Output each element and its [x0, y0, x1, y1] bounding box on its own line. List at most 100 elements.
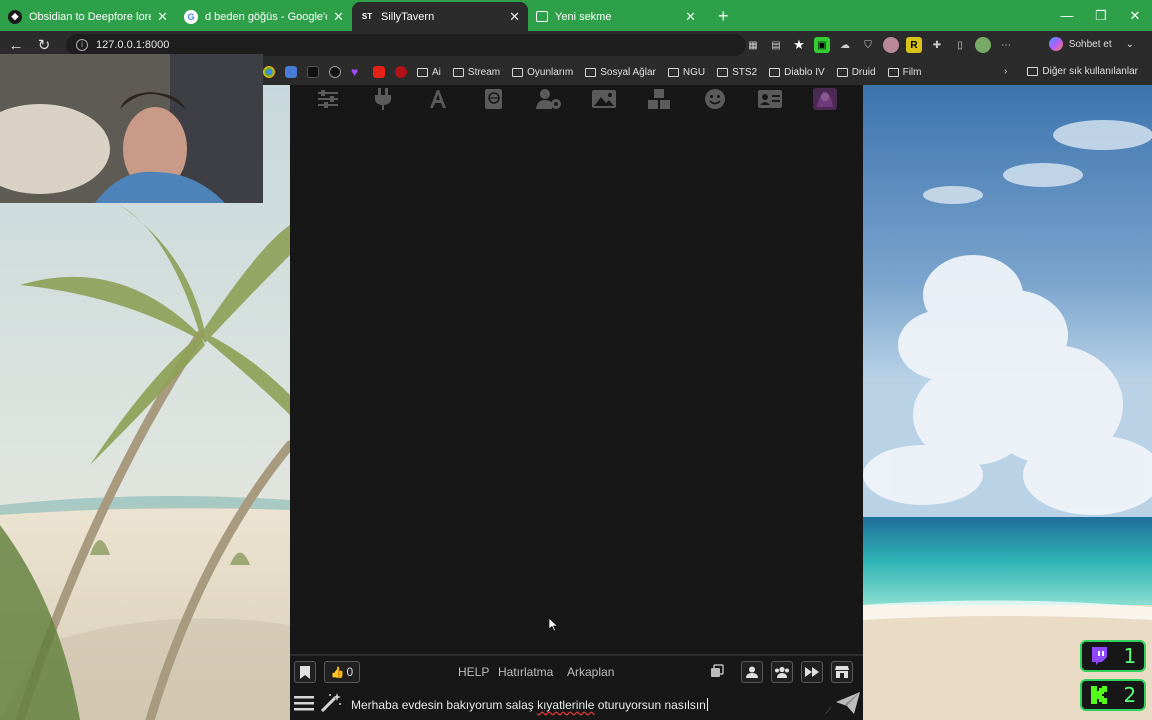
magic-wand-icon[interactable]	[320, 693, 342, 718]
bookmark-folder[interactable]: STS2	[717, 67, 757, 78]
character-avatar-icon[interactable]	[812, 87, 838, 111]
message-input[interactable]: Merhaba evdesin bakıyorum salaş kıyatler…	[351, 698, 708, 712]
shield-icon[interactable]: ⛉	[860, 37, 876, 53]
bookmark-folder[interactable]: Stream	[452, 66, 501, 78]
token-counter-button[interactable]: 👍 0	[324, 661, 360, 683]
quick-reply-help[interactable]: HELP	[458, 665, 489, 679]
persona-button[interactable]	[741, 661, 763, 683]
url-field[interactable]: i 127.0.0.1:8000	[66, 34, 746, 56]
threads-icon[interactable]	[329, 66, 341, 78]
translate-icon[interactable]	[285, 66, 297, 78]
book-atlas-icon[interactable]	[481, 87, 507, 111]
reader-icon[interactable]: ▤	[768, 37, 784, 53]
copy-icon[interactable]	[710, 664, 724, 683]
tab-sillytavern[interactable]: ST SillyTavern ✕	[352, 2, 528, 31]
chrome-icon[interactable]	[263, 66, 275, 78]
fast-forward-button[interactable]	[801, 661, 823, 683]
bookmark-label: Diğer sık kullanılanlar	[1042, 66, 1138, 77]
bookmark-folder[interactable]: Film	[887, 67, 921, 78]
bookmark-button[interactable]	[294, 661, 316, 683]
input-text-part: oturuyorsun nasılsın	[594, 698, 706, 712]
users-icon	[775, 666, 789, 678]
top-menu-bar	[290, 85, 863, 113]
tab-new[interactable]: Yeni sekme ✕	[528, 2, 704, 31]
kick-viewer-count: 2	[1123, 683, 1137, 707]
extension-face-icon[interactable]	[883, 37, 899, 53]
hamburger-menu-icon[interactable]	[294, 695, 314, 716]
resize-grip-icon[interactable]: ⟋	[825, 706, 831, 717]
kick-viewer-widget: 2	[1080, 679, 1146, 711]
bookmark-folder[interactable]: NGU	[667, 66, 706, 78]
restore-icon[interactable]: ❐	[1084, 0, 1118, 31]
folder-icon	[717, 67, 729, 77]
close-window-icon[interactable]: ✕	[1118, 0, 1152, 31]
folder-icon	[452, 67, 464, 77]
more-icon[interactable]: ⋯	[998, 37, 1014, 53]
copilot-icon	[1048, 37, 1063, 51]
puzzle-icon[interactable]: ✚	[929, 37, 945, 53]
bookmark-label: Ai	[432, 66, 441, 78]
close-tab-icon[interactable]: ✕	[333, 9, 344, 25]
bookmark-folder[interactable]: Ai	[417, 67, 441, 78]
tab-google[interactable]: G d beden göğüs - Google'da Ara ✕	[176, 2, 352, 31]
bookmark-folder[interactable]: Oyunlarım	[512, 67, 573, 78]
quick-reply-hatirlatma[interactable]: Hatırlatma	[498, 665, 553, 679]
mouse-cursor-icon	[549, 618, 558, 632]
bookmark-label: NGU	[682, 66, 706, 78]
favorite-star-icon[interactable]: ★	[791, 37, 807, 53]
copilot-button[interactable]: Sohbet et ⌄	[1048, 37, 1134, 51]
image-icon[interactable]	[591, 87, 617, 111]
profile-avatar-icon[interactable]	[975, 37, 991, 53]
tab-title: Obsidian to Deepfore lore conver	[29, 10, 151, 23]
red-circle-icon[interactable]	[395, 66, 407, 78]
toolbar-icons: ▦ ▤ ★ ▣ ☁ ⛉ R ✚ ▯ ⋯	[745, 31, 1014, 59]
tab-obsidian[interactable]: ◆ Obsidian to Deepfore lore conver ✕	[0, 2, 176, 31]
folder-icon	[769, 67, 781, 77]
group-button[interactable]	[771, 661, 793, 683]
apps-icon[interactable]: ▦	[745, 37, 761, 53]
refresh-icon[interactable]: ↻	[30, 36, 58, 54]
close-tab-icon[interactable]: ✕	[509, 9, 520, 25]
chevron-right-icon[interactable]: ›	[1004, 66, 1007, 77]
shop-button[interactable]	[831, 661, 853, 683]
split-screen-icon[interactable]: ▯	[952, 37, 968, 53]
close-tab-icon[interactable]: ✕	[157, 9, 168, 25]
extension-r-icon[interactable]: R	[906, 37, 922, 53]
bookmark-folder[interactable]: Diablo IV	[769, 67, 825, 78]
bookmark-folder[interactable]: Druid	[836, 67, 876, 78]
store-icon	[835, 666, 849, 678]
tiktok-icon[interactable]	[307, 66, 319, 78]
bookmark-folder[interactable]: Sosyal Ağlar	[585, 67, 656, 78]
other-bookmarks-folder[interactable]: Diğer sık kullanılanlar	[1027, 66, 1138, 77]
background-beach-sky	[863, 85, 1152, 720]
smiley-icon[interactable]	[702, 87, 728, 111]
site-info-icon[interactable]: i	[76, 39, 88, 51]
cloud-icon[interactable]: ☁	[837, 37, 853, 53]
cubes-icon[interactable]	[646, 87, 672, 111]
newtab-icon	[536, 11, 548, 22]
browser-tab-strip: ◆ Obsidian to Deepfore lore conver ✕ G d…	[0, 0, 1152, 31]
close-tab-icon[interactable]: ✕	[685, 9, 696, 25]
send-icon[interactable]	[836, 692, 860, 719]
new-tab-button[interactable]: +	[718, 2, 729, 31]
quick-reply-arkaplan[interactable]: Arkaplan	[567, 665, 614, 679]
sliders-icon[interactable]	[315, 87, 341, 111]
user-gear-icon[interactable]	[535, 87, 562, 111]
thumbs-up-icon: 👍	[330, 666, 345, 679]
font-icon[interactable]	[425, 87, 451, 111]
id-card-icon[interactable]	[757, 87, 783, 111]
chat-panel: 👍 0 HELP Hatırlatma Arkaplan Merhaba evd…	[290, 85, 863, 720]
folder-icon	[836, 67, 848, 77]
google-icon: G	[184, 9, 198, 24]
minimize-icon[interactable]: —	[1050, 0, 1084, 31]
back-icon[interactable]: ←	[2, 37, 30, 54]
extension-icon[interactable]: ▣	[814, 37, 830, 53]
tab-title: d beden göğüs - Google'da Ara	[205, 10, 327, 23]
heart-icon[interactable]: ♥	[351, 66, 363, 78]
youtube-icon[interactable]	[373, 66, 385, 78]
bookmark-label: Stream	[467, 66, 501, 78]
message-input-row: Merhaba evdesin bakıyorum salaş kıyatler…	[290, 688, 863, 720]
bookmark-label: STS2	[732, 66, 758, 78]
twitch-icon	[1091, 647, 1107, 665]
plug-icon[interactable]	[370, 87, 396, 111]
